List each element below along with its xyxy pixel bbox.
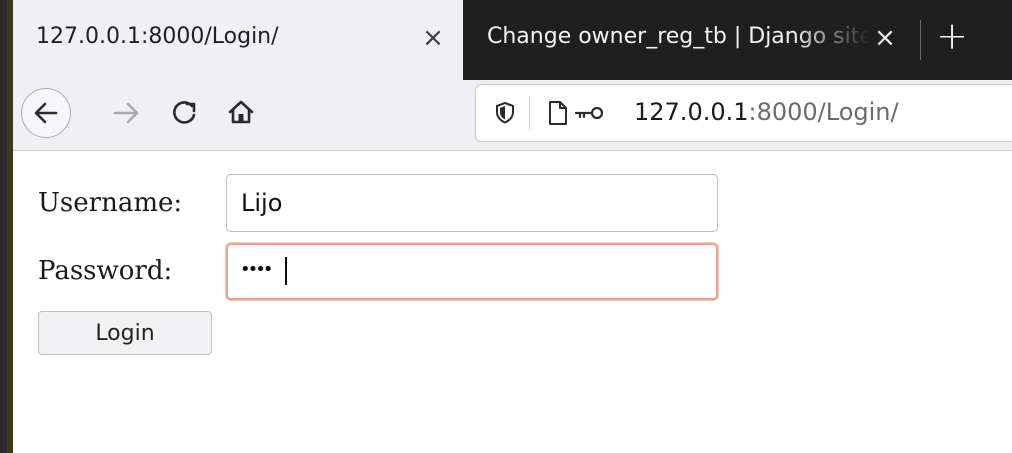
- shield-icon[interactable]: [490, 98, 520, 128]
- new-tab-button[interactable]: +: [930, 14, 974, 58]
- back-arrow-icon: [34, 102, 58, 124]
- back-button[interactable]: [21, 88, 71, 138]
- username-input[interactable]: [226, 174, 718, 232]
- tab-django-admin-close-icon[interactable]: ×: [870, 20, 900, 56]
- window-left-edge: [0, 0, 13, 453]
- tab-login-label: 127.0.0.1:8000/Login/: [36, 24, 279, 49]
- url-bar[interactable]: 127.0.0.1:8000/Login/: [475, 84, 1012, 142]
- text-caret: [285, 257, 287, 285]
- tab-login[interactable]: 127.0.0.1:8000/Login/ ×: [13, 0, 463, 80]
- tab-strip: 127.0.0.1:8000/Login/ × Change owner_reg…: [13, 0, 1012, 80]
- browser-window: 127.0.0.1:8000/Login/ × Change owner_reg…: [0, 0, 1012, 453]
- navigation-toolbar: 127.0.0.1:8000/Login/: [13, 80, 1012, 151]
- home-icon[interactable]: [221, 92, 261, 132]
- login-button[interactable]: Login: [38, 311, 212, 355]
- tab-django-admin[interactable]: Change owner_reg_tb | Django site admin …: [463, 0, 923, 80]
- url-path: :8000/Login/: [748, 98, 899, 126]
- forward-arrow-icon[interactable]: [107, 93, 147, 133]
- tab-login-close-icon[interactable]: ×: [418, 20, 448, 56]
- tab-django-admin-label: Change owner_reg_tb | Django site admin: [487, 24, 870, 49]
- password-label: Password:: [38, 256, 173, 286]
- tab-divider: [920, 20, 921, 60]
- key-icon[interactable]: [572, 98, 608, 128]
- username-label: Username:: [38, 188, 183, 218]
- page-content: Username: Password: •••• Login: [13, 151, 1012, 453]
- reload-icon[interactable]: [165, 93, 205, 133]
- page-icon[interactable]: [545, 98, 571, 128]
- url-bar-separator: [529, 96, 530, 130]
- password-input[interactable]: ••••: [226, 243, 718, 300]
- password-masked-value: ••••: [240, 259, 274, 280]
- url-text: 127.0.0.1:8000/Login/: [634, 98, 899, 126]
- url-host: 127.0.0.1: [634, 98, 749, 126]
